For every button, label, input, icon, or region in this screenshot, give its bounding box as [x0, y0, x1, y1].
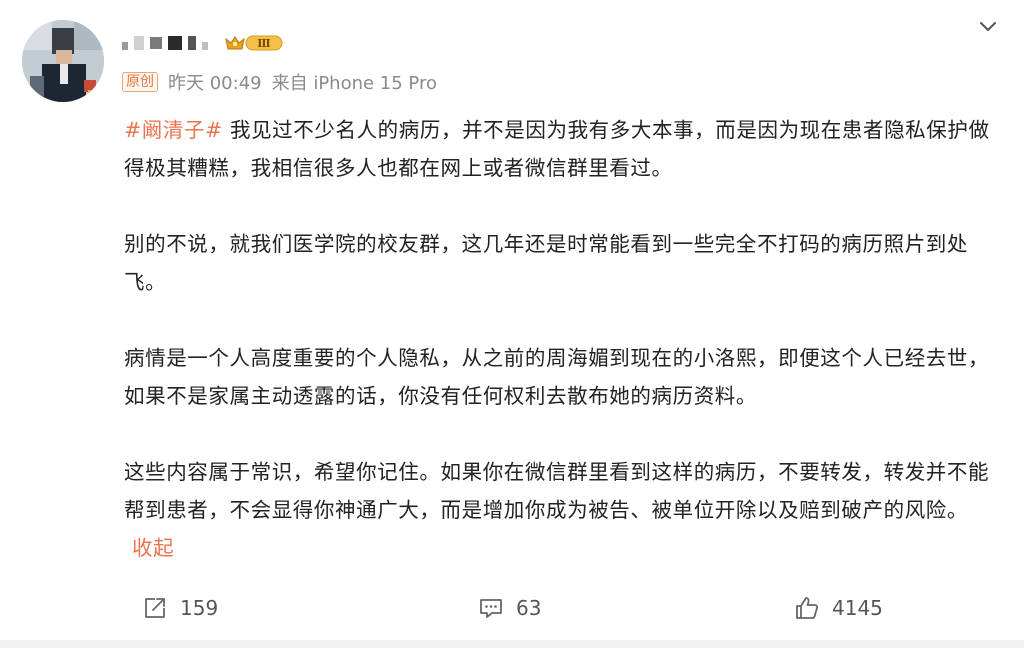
weibo-post: Ⅲ 原创 昨天 00:49 来自 iPhone 15 Pro #阚清子# 我见过…: [0, 0, 1024, 648]
comment-button[interactable]: 63: [478, 588, 541, 628]
action-bar: 159 63 4145: [0, 588, 1024, 628]
paragraph: 别的不说，就我们医学院的校友群，这几年还是时常能看到一些完全不打码的病历照片到处…: [124, 225, 996, 301]
level-badge[interactable]: Ⅲ: [224, 33, 286, 53]
post-source[interactable]: 来自 iPhone 15 Pro: [272, 69, 437, 95]
author-name-obscured[interactable]: [122, 33, 208, 53]
paragraph: 病情是一个人高度重要的个人隐私，从之前的周海媚到现在的小洛熙，即便这个人已经去世…: [124, 339, 996, 415]
repost-count: 159: [180, 596, 219, 620]
paragraph-text: 这些内容属于常识，希望你记住。如果你在微信群里看到这样的病历，不要转发，转发并不…: [124, 460, 990, 522]
hashtag-link[interactable]: #阚清子#: [124, 118, 223, 142]
like-count: 4145: [832, 596, 883, 620]
more-options-button[interactable]: [976, 14, 1000, 38]
like-button[interactable]: 4145: [794, 588, 883, 628]
collapse-link[interactable]: 收起: [132, 536, 174, 560]
chevron-down-icon: [980, 22, 996, 31]
paragraph-text: 别的不说，就我们医学院的校友群，这几年还是时常能看到一些完全不打码的病历照片到处…: [124, 232, 968, 294]
avatar[interactable]: [22, 20, 104, 102]
repost-icon: [145, 598, 165, 618]
original-tag: 原创: [122, 72, 158, 92]
post-content: #阚清子# 我见过不少名人的病历，并不是因为我有多大本事，而是因为现在患者隐私保…: [124, 111, 996, 567]
like-icon: [796, 597, 819, 619]
comment-icon: [480, 599, 502, 618]
name-mosaic-block: [134, 36, 144, 50]
name-mosaic-block: [188, 36, 196, 50]
repost-button[interactable]: 159: [142, 588, 218, 628]
name-mosaic-block: [150, 37, 162, 49]
crown-badge-icon: Ⅲ: [225, 35, 283, 51]
name-mosaic-block: [202, 42, 208, 50]
paragraph-text: 病情是一个人高度重要的个人隐私，从之前的周海媚到现在的小洛熙，即便这个人已经去世…: [124, 346, 990, 408]
paragraph-text: 我见过不少名人的病历，并不是因为我有多大本事，而是因为现在患者隐私保护做得极其糟…: [124, 118, 990, 180]
comment-count: 63: [516, 596, 542, 620]
paragraph: 这些内容属于常识，希望你记住。如果你在微信群里看到这样的病历，不要转发，转发并不…: [124, 453, 996, 567]
paragraph: #阚清子# 我见过不少名人的病历，并不是因为我有多大本事，而是因为现在患者隐私保…: [124, 111, 996, 187]
name-mosaic-block: [122, 42, 128, 50]
bottom-divider: [0, 640, 1024, 648]
post-meta: 原创 昨天 00:49 来自 iPhone 15 Pro: [122, 70, 437, 94]
name-mosaic-block: [168, 36, 182, 50]
post-time: 昨天 00:49: [168, 73, 262, 94]
level-badge-text: Ⅲ: [257, 37, 270, 50]
